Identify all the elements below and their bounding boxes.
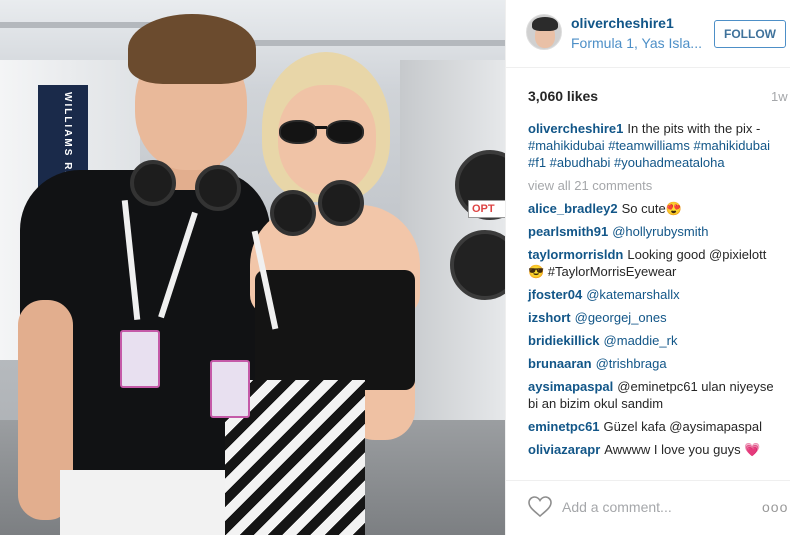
comment-item: izshort @georgej_ones <box>528 309 778 326</box>
post-photo[interactable]: WILLIAMS RAC OPT <box>0 0 505 535</box>
like-heart-icon[interactable] <box>528 496 552 518</box>
comment-text[interactable]: @trishbraga <box>596 356 667 371</box>
comment-username[interactable]: oliviazarapr <box>528 442 600 457</box>
post-header: olivercheshire1 Formula 1, Yas Isla... F… <box>506 0 790 68</box>
comment-item: taylormorrisldn Looking good @pixielott 😎… <box>528 246 778 280</box>
avatar-hair <box>532 17 558 31</box>
comment-username[interactable]: eminetpc61 <box>528 419 600 434</box>
comment-username[interactable]: bridiekillick <box>528 333 600 348</box>
comment-item: pearlsmith91 @hollyrubysmith <box>528 223 778 240</box>
comment-username[interactable]: alice_bradley2 <box>528 201 618 216</box>
comment-text[interactable]: @hollyrubysmith <box>612 224 708 239</box>
comment-item: aysimapaspal @eminetpc61 ulan niyeyse bi … <box>528 378 778 412</box>
ceiling-beam <box>250 40 505 46</box>
comment-item: bridiekillick @maddie_rk <box>528 332 778 349</box>
post-sidebar: olivercheshire1 Formula 1, Yas Isla... F… <box>505 0 790 535</box>
woman-top <box>255 270 415 390</box>
comment-item: oliviazarapr Awwww I love you guys 💗 <box>528 441 778 458</box>
caption-text: In the pits with the pix - <box>627 121 761 136</box>
man-hair <box>128 14 256 84</box>
comment-text[interactable]: @maddie_rk <box>604 333 678 348</box>
comment-text[interactable]: @georgej_ones <box>575 310 667 325</box>
comment-text: So cute😍 <box>621 201 682 216</box>
comment-username[interactable]: izshort <box>528 310 571 325</box>
comment-list: olivercheshire1 In the pits with the pix … <box>528 120 778 464</box>
comment-username[interactable]: aysimapaspal <box>528 379 613 394</box>
post-timestamp: 1w <box>771 89 788 104</box>
sunglasses-icon <box>279 120 317 144</box>
comment-username[interactable]: jfoster04 <box>528 287 582 302</box>
comment-text: Awwww I love you guys 💗 <box>604 442 761 457</box>
headphones-icon <box>270 190 316 236</box>
comment-text: Güzel kafa @aysimapaspal <box>603 419 762 434</box>
caption-hashtags[interactable]: #mahikidubai #teamwilliams #mahikidubai … <box>528 138 770 170</box>
pit-sign: OPT <box>468 200 505 218</box>
comment-username[interactable]: taylormorrisldn <box>528 247 623 262</box>
comment-username[interactable]: brunaaran <box>528 356 592 371</box>
headphones-icon <box>130 160 176 206</box>
paddock-pass <box>120 330 160 388</box>
follow-button[interactable]: FOLLOW <box>714 20 786 48</box>
comment-item: jfoster04 @katemarshallx <box>528 286 778 303</box>
comment-item: brunaaran @trishbraga <box>528 355 778 372</box>
comment-username[interactable]: pearlsmith91 <box>528 224 608 239</box>
avatar[interactable] <box>526 14 562 50</box>
headphones-icon <box>195 165 241 211</box>
sunglasses-icon <box>326 120 364 144</box>
likes-count[interactable]: 3,060 likes <box>528 88 598 104</box>
man-trousers <box>60 470 230 535</box>
comment-item: eminetpc61 Güzel kafa @aysimapaspal <box>528 418 778 435</box>
paddock-pass <box>210 360 250 418</box>
comment-footer: Add a comment... ooo <box>506 480 790 535</box>
comment-text[interactable]: @katemarshallx <box>586 287 679 302</box>
caption-username[interactable]: olivercheshire1 <box>528 121 623 136</box>
post-location[interactable]: Formula 1, Yas Isla... <box>571 35 702 51</box>
sunglasses-bridge <box>315 126 327 129</box>
more-options-icon[interactable]: ooo <box>762 499 788 515</box>
comment-item: alice_bradley2 So cute😍 <box>528 200 778 217</box>
view-all-comments-link[interactable]: view all 21 comments <box>528 177 778 194</box>
post-username[interactable]: olivercheshire1 <box>571 15 674 31</box>
headphones-icon <box>318 180 364 226</box>
post-caption: olivercheshire1 In the pits with the pix … <box>528 120 778 171</box>
add-comment-input[interactable]: Add a comment... <box>562 499 672 515</box>
